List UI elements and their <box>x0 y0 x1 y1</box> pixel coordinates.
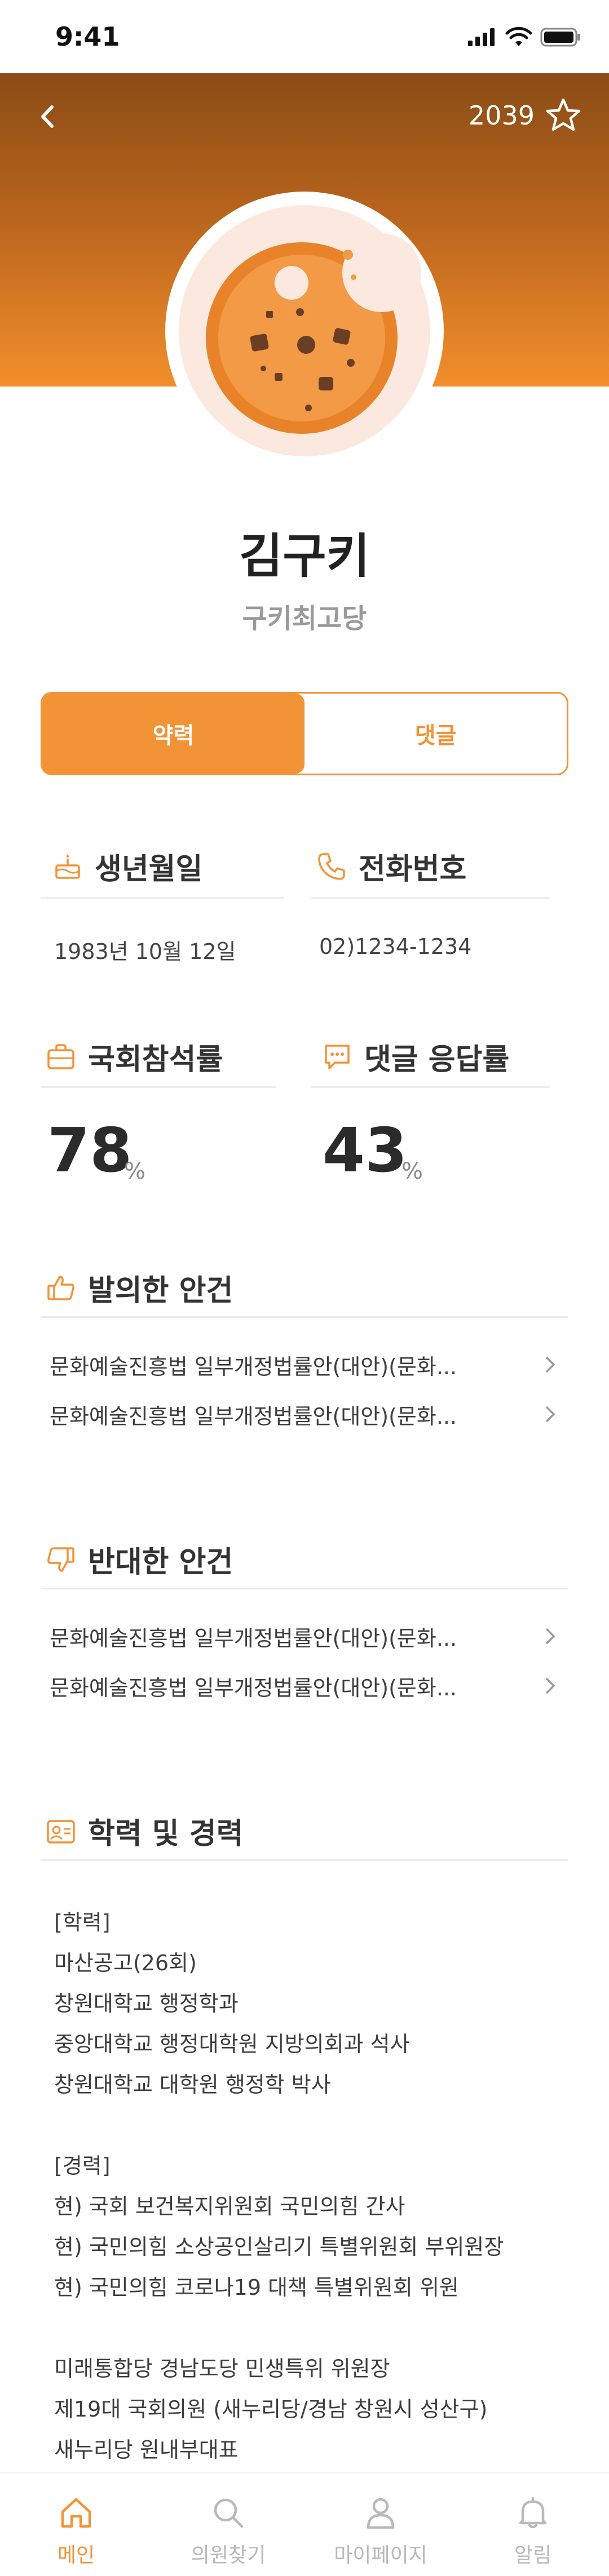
education-heading: [학력] <box>54 1910 111 1935</box>
signal-icon <box>468 28 495 46</box>
career-header: 학력 및 경력 <box>45 1810 243 1852</box>
opposed-bill-item[interactable]: 문화예술진흥법 일부개정법률안(대안)(문화... <box>50 1619 559 1653</box>
nav-my-page[interactable]: 마이페이지 <box>304 2473 457 2576</box>
proposed-bill-item[interactable]: 문화예술진흥법 일부개정법률안(대안)(문화... <box>50 1397 559 1431</box>
status-time: 9:41 <box>55 21 120 52</box>
nav-main-label: 메인 <box>57 2544 95 2567</box>
chevron-right-icon <box>546 1678 555 1694</box>
comment-icon <box>325 1044 350 1069</box>
career-item: 현) 국민의힘 소상공인살리기 특별위원회 부위원장 <box>54 2235 504 2259</box>
star-icon[interactable] <box>545 97 582 134</box>
career-item: 현) 국민의힘 코로나19 대책 특별위원회 위원 <box>54 2275 459 2300</box>
divider <box>41 1316 568 1318</box>
favorite-count: 2039 <box>468 100 535 131</box>
divider <box>41 1588 568 1589</box>
divider <box>311 897 550 899</box>
member-name: 김구키 <box>239 528 370 584</box>
chevron-right-icon <box>546 1357 555 1373</box>
proposed-bills-title: 발의한 안건 <box>88 1274 233 1308</box>
profile-tabs: 약력 댓글 <box>41 692 568 775</box>
bottom-navigation: 메인 의원찾기 마이페이지 알림 <box>0 2472 609 2576</box>
attendance-header: 국회참석률 <box>45 1036 223 1078</box>
birthday-header: 생년월일 <box>52 845 202 887</box>
career-item: 미래통합당 경남도당 민생특위 위원장 <box>54 2356 390 2381</box>
career-item: 새누리당 원내부대표 <box>54 2437 239 2462</box>
member-party: 구키최고당 <box>242 603 367 634</box>
career-title: 학력 및 경력 <box>88 1817 244 1851</box>
bill-title: 문화예술진흥법 일부개정법률안(대안)(문화... <box>50 1354 457 1379</box>
opposed-bills-title: 반대한 안건 <box>88 1545 233 1579</box>
thumbs-down-icon <box>47 1547 74 1572</box>
education-item: 중앙대학교 행정대학원 지방의회과 석사 <box>54 2032 410 2057</box>
divider <box>41 897 284 899</box>
cake-icon <box>55 854 80 879</box>
reply-rate-unit: % <box>401 1158 423 1184</box>
opposed-bill-item[interactable]: 문화예술진흥법 일부개정법률안(대안)(문화... <box>50 1669 559 1703</box>
nav-my-page-label: 마이페이지 <box>334 2544 427 2567</box>
attendance-label: 국회참석률 <box>88 1043 223 1077</box>
thumbs-up-icon <box>47 1275 74 1300</box>
cookie-avatar-icon <box>206 233 421 434</box>
phone-value[interactable]: 02)1234-1234 <box>319 934 471 959</box>
home-icon <box>61 2498 91 2528</box>
phone-header: 전화번호 <box>316 845 466 887</box>
career-heading: [경력] <box>54 2153 111 2178</box>
status-icons <box>468 27 581 47</box>
career-item: 제19대 국회의원 (새누리당/경남 창원시 성산구) <box>54 2397 488 2422</box>
nav-find-member-label: 의원찾기 <box>191 2544 266 2567</box>
bill-title: 문화예술진흥법 일부개정법률안(대안)(문화... <box>50 1404 457 1429</box>
reply-rate-label: 댓글 응답률 <box>364 1043 510 1077</box>
education-item: 창원대학교 대학원 행정학 박사 <box>54 2072 331 2097</box>
nav-find-member[interactable]: 의원찾기 <box>152 2473 304 2576</box>
wifi-icon <box>505 27 532 46</box>
career-list: [학력] 마산공고(26회) 창원대학교 행정학과 중앙대학교 행정대학원 지방… <box>54 1902 562 2470</box>
battery-icon <box>540 28 580 47</box>
education-item: 창원대학교 행정학과 <box>54 1991 239 2016</box>
divider <box>41 1859 568 1861</box>
phone-label: 전화번호 <box>359 852 467 886</box>
reply-rate-header: 댓글 응답률 <box>321 1036 509 1078</box>
person-icon <box>367 2498 395 2529</box>
bill-title: 문화예술진흥법 일부개정법률안(대안)(문화... <box>50 1625 457 1651</box>
nav-notifications-label: 알림 <box>514 2544 552 2567</box>
bell-icon <box>519 2497 547 2529</box>
attendance-unit: % <box>124 1158 146 1184</box>
attendance-rate: 78 <box>47 1116 133 1186</box>
phone-icon <box>318 852 345 880</box>
career-item: 현) 국회 보건복지위원회 국민의힘 간사 <box>54 2194 405 2219</box>
briefcase-icon <box>47 1043 74 1069</box>
tab-comments[interactable]: 댓글 <box>304 694 567 774</box>
nav-main[interactable]: 메인 <box>0 2473 152 2576</box>
nav-notifications[interactable]: 알림 <box>457 2473 609 2576</box>
education-item: 마산공고(26회) <box>54 1951 197 1975</box>
proposed-bill-item[interactable]: 문화예술진흥법 일부개정법률안(대안)(문화... <box>50 1348 559 1382</box>
divider <box>311 1086 550 1088</box>
status-bar: 9:41 <box>0 0 609 73</box>
proposed-bills-header: 발의한 안건 <box>45 1267 233 1309</box>
reply-rate: 43 <box>323 1116 408 1186</box>
chevron-right-icon <box>546 1628 555 1644</box>
search-icon <box>214 2498 244 2528</box>
opposed-bills-header: 반대한 안건 <box>45 1538 233 1580</box>
birthday-value: 1983년 10월 12일 <box>54 939 236 964</box>
bill-title: 문화예술진흥법 일부개정법률안(대안)(문화... <box>50 1675 457 1700</box>
birthday-label: 생년월일 <box>95 852 203 886</box>
tab-biography[interactable]: 약력 <box>42 694 304 774</box>
divider <box>41 1086 276 1088</box>
back-icon[interactable] <box>34 103 62 131</box>
id-card-icon <box>47 1819 75 1844</box>
chevron-right-icon <box>546 1406 555 1422</box>
